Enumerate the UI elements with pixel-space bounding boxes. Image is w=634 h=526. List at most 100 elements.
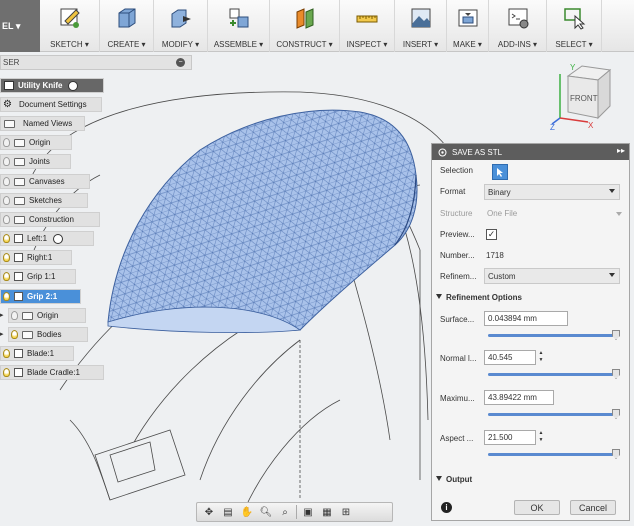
activate-radio-icon[interactable] bbox=[53, 233, 64, 244]
browser-node-root[interactable]: Utility Knife bbox=[0, 78, 104, 93]
ok-button[interactable]: OK bbox=[514, 500, 560, 515]
component-icon bbox=[14, 234, 23, 243]
browser-node-grip-1[interactable]: Grip 1:1 bbox=[0, 269, 76, 284]
browser-node-right[interactable]: Right:1 bbox=[0, 250, 72, 265]
normal-deviation-slider[interactable] bbox=[488, 369, 620, 379]
visibility-bulb-icon[interactable] bbox=[3, 234, 10, 243]
collapse-triangle-icon bbox=[436, 294, 442, 299]
stl-dialog-icon bbox=[438, 148, 447, 157]
select-arrow-icon bbox=[564, 8, 586, 30]
output-section[interactable]: Output bbox=[432, 472, 631, 486]
look-at-icon[interactable]: ▤ bbox=[220, 505, 236, 519]
visibility-bulb-icon[interactable] bbox=[3, 215, 10, 224]
normal-deviation-label: Normal l... bbox=[440, 354, 477, 363]
expand-arrow-icon[interactable]: ▸ bbox=[0, 311, 4, 319]
cancel-button[interactable]: Cancel bbox=[570, 500, 616, 515]
preview-checkbox[interactable]: ✓ bbox=[486, 229, 497, 240]
visibility-bulb-icon[interactable] bbox=[3, 177, 10, 186]
pan-hand-icon[interactable]: ✋ bbox=[239, 505, 255, 519]
browser-node-label: Left:1 bbox=[27, 234, 48, 243]
collapse-triangle-icon bbox=[436, 476, 442, 481]
browser-node-origin[interactable]: Origin bbox=[0, 135, 72, 150]
inspect-menu-label: INSPECT ▾ bbox=[346, 40, 388, 49]
insert-menu[interactable]: INSERT ▾ bbox=[395, 0, 447, 52]
visibility-bulb-icon[interactable] bbox=[11, 330, 18, 339]
construct-menu[interactable]: CONSTRUCT ▾ bbox=[270, 0, 340, 52]
add-ins-menu[interactable]: ADD-INS ▾ bbox=[489, 0, 547, 52]
viewcube-face-label[interactable]: FRONT bbox=[570, 94, 598, 103]
ok-button-label: OK bbox=[530, 502, 544, 513]
display-mode-icon[interactable]: ▣ bbox=[300, 505, 316, 519]
normal-deviation-input[interactable]: 40.545 bbox=[484, 350, 536, 365]
surface-deviation-input[interactable]: 0.043894 mm bbox=[484, 311, 568, 326]
browser-node-label: Right:1 bbox=[27, 253, 53, 262]
browser-node-construction[interactable]: Construction bbox=[0, 212, 100, 227]
browser-node-document-settings[interactable]: ⚙ Document Settings bbox=[0, 97, 102, 112]
aspect-ratio-input[interactable]: 21.500 bbox=[484, 430, 536, 445]
toolbar: EL ▾ SKETCH ▾ CREATE ▾ MODIFY ▾ ASSEMBLE… bbox=[0, 0, 634, 52]
triangle-count: 1718 bbox=[486, 251, 504, 260]
info-icon[interactable]: i bbox=[441, 502, 452, 513]
visibility-bulb-icon[interactable] bbox=[3, 157, 10, 166]
browser-node-left[interactable]: Left:1 bbox=[0, 231, 94, 246]
refinement-options-section[interactable]: Refinement Options bbox=[432, 290, 631, 304]
browser-node-origin-sub[interactable]: Origin bbox=[8, 308, 86, 323]
visibility-bulb-icon[interactable] bbox=[3, 292, 10, 301]
folder-icon bbox=[14, 138, 25, 147]
assemble-menu[interactable]: ASSEMBLE ▾ bbox=[208, 0, 270, 52]
dialog-title-bar[interactable]: SAVE AS STL ▸▸ bbox=[432, 144, 629, 160]
inspect-menu[interactable]: INSPECT ▾ bbox=[340, 0, 395, 52]
slider-thumb[interactable] bbox=[612, 449, 620, 459]
viewports-icon[interactable]: ⊞ bbox=[338, 505, 354, 519]
folder-icon bbox=[14, 196, 25, 205]
collapse-browser-icon[interactable]: − bbox=[176, 58, 185, 67]
make-menu[interactable]: MAKE ▾ bbox=[447, 0, 489, 52]
selection-button[interactable] bbox=[492, 164, 508, 180]
normal-deviation-value: 40.545 bbox=[488, 353, 513, 362]
browser-node-bodies[interactable]: Bodies bbox=[8, 327, 88, 342]
browser-header[interactable]: SER − bbox=[0, 55, 192, 70]
activate-radio-icon[interactable] bbox=[68, 80, 79, 91]
workspace-switcher[interactable]: EL ▾ bbox=[0, 0, 40, 52]
dialog-title: SAVE AS STL bbox=[452, 147, 503, 157]
browser-node-sketches[interactable]: Sketches bbox=[0, 193, 88, 208]
surface-deviation-slider[interactable] bbox=[488, 330, 620, 340]
normal-stepper[interactable]: ▲ ▼ bbox=[537, 350, 545, 365]
slider-thumb[interactable] bbox=[612, 409, 620, 419]
viewcube[interactable]: Y Z X FRONT bbox=[548, 56, 628, 130]
aspect-stepper[interactable]: ▲ ▼ bbox=[537, 430, 545, 445]
visibility-bulb-icon[interactable] bbox=[3, 349, 10, 358]
visibility-bulb-icon[interactable] bbox=[3, 138, 10, 147]
browser-node-canvases[interactable]: Canvases bbox=[0, 174, 90, 189]
refinement-dropdown[interactable]: Custom bbox=[484, 268, 620, 284]
orbit-icon[interactable]: ✥ bbox=[201, 505, 217, 519]
visibility-bulb-icon[interactable] bbox=[3, 272, 10, 281]
expand-dialog-icon[interactable]: ▸▸ bbox=[617, 146, 625, 155]
visibility-bulb-icon[interactable] bbox=[3, 253, 10, 262]
create-menu[interactable]: CREATE ▾ bbox=[100, 0, 154, 52]
format-dropdown[interactable]: Binary bbox=[484, 184, 620, 200]
expand-arrow-icon[interactable]: ▸ bbox=[0, 330, 4, 338]
sketch-menu[interactable]: SKETCH ▾ bbox=[40, 0, 100, 52]
construct-plane-icon bbox=[296, 8, 313, 29]
maximum-edge-slider[interactable] bbox=[488, 409, 620, 419]
grid-icon[interactable]: ▦ bbox=[319, 505, 335, 519]
browser-node-label: Blade Cradle:1 bbox=[27, 368, 80, 377]
slider-thumb[interactable] bbox=[612, 330, 620, 340]
select-menu[interactable]: SELECT ▾ bbox=[547, 0, 602, 52]
folder-icon bbox=[14, 177, 25, 186]
aspect-ratio-slider[interactable] bbox=[488, 449, 620, 459]
zoom-icon[interactable]: 🔍︎ bbox=[258, 505, 274, 519]
slider-thumb[interactable] bbox=[612, 369, 620, 379]
browser-node-named-views[interactable]: Named Views bbox=[0, 116, 85, 131]
visibility-bulb-icon[interactable] bbox=[3, 368, 10, 377]
browser-node-blade-cradle[interactable]: Blade Cradle:1 bbox=[0, 365, 104, 380]
visibility-bulb-icon[interactable] bbox=[3, 196, 10, 205]
visibility-bulb-icon[interactable] bbox=[11, 311, 18, 320]
maximum-edge-input[interactable]: 43.89422 mm bbox=[484, 390, 554, 405]
browser-node-grip-2[interactable]: Grip 2:1 bbox=[0, 289, 81, 304]
browser-node-joints[interactable]: Joints bbox=[0, 154, 71, 169]
fit-zoom-icon[interactable]: ⌕ bbox=[277, 505, 293, 519]
modify-menu[interactable]: MODIFY ▾ bbox=[154, 0, 208, 52]
browser-node-blade[interactable]: Blade:1 bbox=[0, 346, 74, 361]
